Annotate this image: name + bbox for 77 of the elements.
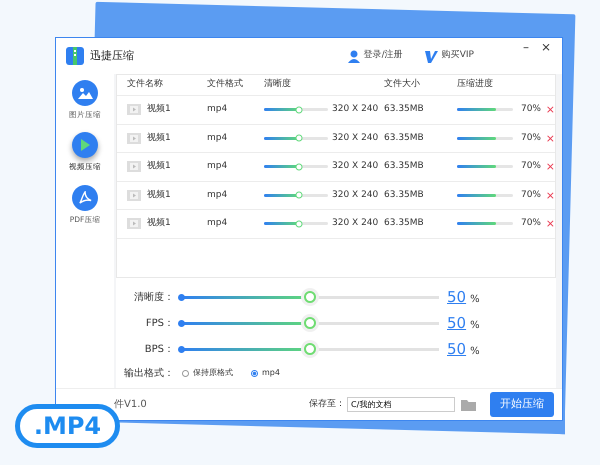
file-name: 视频1 <box>147 103 171 116</box>
zip-logo-icon <box>66 46 84 66</box>
remove-button[interactable]: × <box>541 104 555 116</box>
file-size: 63.35MB <box>384 217 425 230</box>
column-header: 压缩进度 <box>457 78 494 92</box>
file-size: 63.35MB <box>384 132 425 144</box>
progress-bar <box>457 136 513 140</box>
pdf-icon <box>78 191 92 204</box>
slider-value: 50 <box>447 286 466 308</box>
column-header: 清晰度 <box>264 78 292 92</box>
remove-button[interactable]: × <box>541 132 555 144</box>
minimize-button[interactable]: – <box>520 41 532 53</box>
percent-unit: % <box>470 319 480 333</box>
slider-value: 50 <box>447 312 466 334</box>
user-icon <box>348 50 360 62</box>
save-path-field[interactable]: C/我的文档 <box>347 397 455 412</box>
column-header: 文件大小 <box>384 78 421 92</box>
file-format: mp4 <box>207 132 228 144</box>
quality-slider[interactable] <box>264 190 328 200</box>
file-name: 视频1 <box>147 132 171 144</box>
video-file-icon <box>127 104 141 116</box>
radio-option[interactable]: 保持原格式 <box>182 367 233 379</box>
login-link[interactable]: 登录/注册 <box>348 49 403 63</box>
quality-slider[interactable] <box>264 104 328 115</box>
resolution: 320 X 240 <box>332 132 378 144</box>
start-button[interactable]: 开始压缩 <box>490 392 554 417</box>
resolution: 320 X 240 <box>332 103 378 116</box>
file-size: 63.35MB <box>384 188 425 202</box>
file-name: 视频1 <box>147 160 171 173</box>
video-file-icon <box>127 161 141 172</box>
progress-bar <box>457 222 513 226</box>
file-format: mp4 <box>207 217 228 230</box>
file-size: 63.35MB <box>384 103 425 116</box>
progress-percent: 70% <box>520 217 541 230</box>
remove-button[interactable]: × <box>541 161 555 172</box>
file-name: 视频1 <box>147 217 171 230</box>
file-format: mp4 <box>207 160 228 173</box>
app-title: 迅捷压缩 <box>90 48 134 64</box>
save-label: 保存至： <box>309 398 345 411</box>
remove-button[interactable]: × <box>541 190 555 201</box>
quality-slider[interactable] <box>264 133 328 144</box>
progress-percent: 70% <box>520 160 541 173</box>
quality-slider[interactable] <box>264 162 328 172</box>
slider-label: 清晰度： <box>133 290 174 304</box>
resolution: 320 X 240 <box>332 160 378 173</box>
progress-percent: 70% <box>520 103 541 116</box>
video-icon <box>80 139 90 152</box>
quality-slider[interactable] <box>264 218 328 229</box>
slider-label: FPS： <box>144 316 174 330</box>
resolution: 320 X 240 <box>332 188 378 202</box>
output-format-label: 输出格式： <box>123 366 174 380</box>
slider-label: BPS： <box>144 342 174 356</box>
progress-percent: 70% <box>520 132 541 144</box>
percent-unit: % <box>470 293 480 307</box>
vip-link[interactable]: 购买VIP <box>424 49 474 63</box>
remove-button[interactable]: × <box>541 218 555 230</box>
video-file-icon <box>127 218 141 230</box>
progress-bar <box>457 165 513 168</box>
file-format: mp4 <box>207 188 228 202</box>
image-icon <box>78 88 92 98</box>
radio-option[interactable]: mp4 <box>251 367 280 379</box>
close-button[interactable]: × <box>538 41 554 53</box>
file-format: mp4 <box>207 103 228 116</box>
folder-icon <box>461 398 476 410</box>
slider-value: 50 <box>447 338 466 360</box>
file-name: 视频1 <box>147 188 171 202</box>
progress-percent: 70% <box>520 188 541 202</box>
progress-bar <box>457 194 513 197</box>
percent-unit: % <box>470 345 480 359</box>
v-icon <box>424 50 438 62</box>
file-size: 63.35MB <box>384 160 425 173</box>
video-file-icon <box>127 132 141 144</box>
resolution: 320 X 240 <box>332 217 378 230</box>
column-header: 文件格式 <box>207 78 244 92</box>
progress-bar <box>457 108 513 112</box>
column-header: 文件名称 <box>127 78 164 92</box>
video-file-icon <box>127 190 141 201</box>
